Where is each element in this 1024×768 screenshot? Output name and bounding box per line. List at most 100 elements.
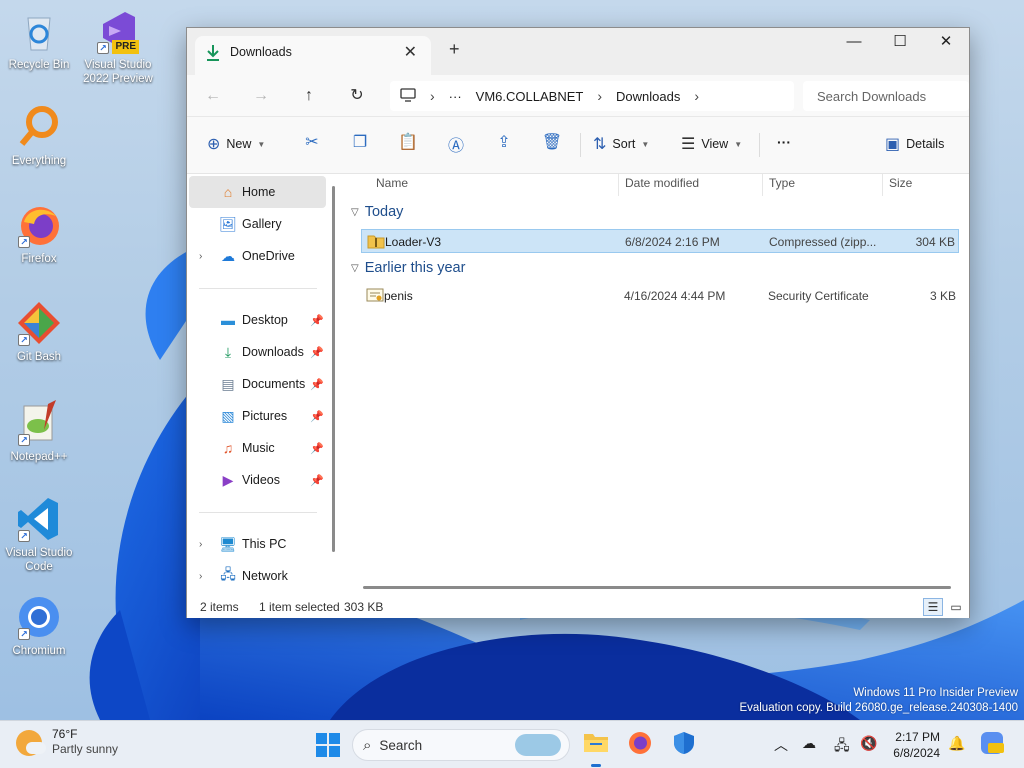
nav-pane-scrollbar[interactable] [332,186,335,552]
shortcut-arrow-icon: ↗ [97,42,109,54]
breadcrumb-separator-icon[interactable]: › [694,88,699,104]
file-row[interactable]: penis 4/16/2024 4:44 PM Security Certifi… [361,284,959,308]
search-input[interactable]: Search Downloads [803,81,969,111]
copilot-preview-icon[interactable] [980,731,1004,758]
desktop-icon-recycle-bin[interactable]: Recycle Bin [1,8,77,72]
up-button[interactable]: ↑ [297,84,321,108]
copy-icon[interactable]: ❐ [349,132,371,154]
content-area: ⌂ Home 🖼 Gallery › ☁ OneDrive ▬ Desktop … [187,174,969,598]
nav-item-desktop[interactable]: ▬ Desktop 📌 [189,304,326,336]
weather-widget[interactable]: 76°F Partly sunny [16,727,118,757]
security-shield-taskbar-icon[interactable] [670,731,698,759]
nav-item-this-pc[interactable]: › 🖥 This PC [189,528,326,560]
nav-item-gallery[interactable]: 🖼 Gallery [189,208,326,240]
share-icon[interactable]: ⇪ [493,132,515,154]
group-header-earlier-this-year[interactable]: ▽ Earlier this year [351,260,465,276]
search-icon: ⌕ [363,736,372,754]
file-explorer-window: Downloads ✕ + — ☐ ✕ ← → ↑ ↻ › ··· VM6.CO… [186,27,970,618]
nav-item-home[interactable]: ⌂ Home [189,176,326,208]
toolbar-divider [580,133,581,157]
weather-temperature: 76°F [52,727,78,741]
desktop-icon-visual-studio-2022[interactable]: PRE ↗ Visual Studio 2022 Preview [80,8,156,86]
nav-item-downloads[interactable]: ⤓ Downloads 📌 [189,336,326,368]
details-view-button[interactable]: ☰ [923,598,943,616]
taskbar-search[interactable]: ⌕ Search [352,729,570,761]
chevron-down-icon: ▽ [351,206,359,218]
nav-item-documents[interactable]: ▤ Documents 📌 [189,368,326,400]
nav-item-pictures[interactable]: ▧ Pictures 📌 [189,400,326,432]
view-button[interactable]: ☰ View ▼ [681,134,742,154]
more-options-button[interactable]: ··· [777,134,791,150]
notification-bell-icon[interactable]: 🔔 [948,735,965,752]
group-header-today[interactable]: ▽ Today [351,204,403,220]
visual-studio-icon: PRE ↗ [95,8,141,54]
file-row[interactable]: Loader-V3 6/8/2024 2:16 PM Compressed (z… [361,229,959,253]
minimize-button[interactable]: — [831,28,877,58]
desktop-icon-firefox[interactable]: ↗ Firefox [1,202,77,266]
desktop-icon-chromium[interactable]: ↗ Chromium [1,594,77,658]
column-header-date-modified[interactable]: Date modified [625,174,699,198]
desktop-icon-everything[interactable]: Everything [1,104,77,168]
column-divider[interactable] [762,174,763,196]
file-list: Name Date modified Type Size ▽ Today Loa… [345,174,969,598]
maximize-button[interactable]: ☐ [877,28,923,58]
sort-button-label: Sort [612,137,636,151]
nav-item-label: Home [242,185,276,199]
chevron-right-icon[interactable]: › [199,571,202,582]
chevron-up-icon[interactable]: ︿ [774,735,788,755]
tab-downloads[interactable]: Downloads ✕ [195,36,431,75]
column-header-name[interactable]: Name [376,174,408,198]
tab-close-button[interactable]: ✕ [404,42,417,62]
desktop-folder-icon: ▬ [221,312,235,328]
chevron-down-icon: ▼ [257,139,266,149]
pin-icon: 📌 [310,378,324,391]
pin-icon: 📌 [310,410,324,423]
shortcut-arrow-icon: ↗ [18,628,30,640]
breadcrumb-separator-icon: › [597,88,602,104]
desktop-icon-git-bash[interactable]: ↗ Git Bash [1,300,77,364]
start-button[interactable] [316,733,340,757]
navigation-pane: ⌂ Home 🖼 Gallery › ☁ OneDrive ▬ Desktop … [187,174,329,598]
column-header-type[interactable]: Type [769,174,795,198]
download-arrow-icon: ⤓ [224,343,232,360]
nav-item-onedrive[interactable]: › ☁ OneDrive [189,240,326,272]
system-clock[interactable]: 2:17 PM 6/8/2024 [884,729,940,761]
nav-item-music[interactable]: ♫ Music 📌 [189,432,326,464]
nav-item-videos[interactable]: ▶ Videos 📌 [189,464,326,496]
chevron-right-icon[interactable]: › [199,251,202,262]
chevron-right-icon[interactable]: › [199,539,202,550]
desktop-icon-vscode[interactable]: ↗ Visual Studio Code [1,496,77,574]
firefox-icon: ↗ [16,202,62,248]
nav-item-network[interactable]: › 🖧 Network [189,560,326,592]
desktop-icon-notepad-plus-plus[interactable]: ↗ Notepad++ [1,400,77,464]
delete-icon[interactable]: 🗑 [541,132,563,154]
breadcrumb-overflow-button[interactable]: ··· [449,89,462,104]
cloud-sync-icon[interactable]: ☁ [802,735,816,752]
column-divider[interactable] [882,174,883,196]
new-tab-button[interactable]: + [449,39,460,60]
details-pane-button[interactable]: ▣ Details [885,134,944,154]
new-button[interactable]: ⊕ New ▼ [207,134,265,154]
breadcrumb-item-downloads[interactable]: Downloads [616,89,680,104]
back-button[interactable]: ← [201,84,225,108]
pictures-icon: ▧ [221,407,235,424]
breadcrumb[interactable]: › ··· VM6.COLLABNET › Downloads › [390,81,794,111]
paste-icon[interactable]: 📋 [397,132,419,154]
sort-button[interactable]: ⇅ Sort ▼ [593,134,649,154]
refresh-button[interactable]: ↻ [345,84,369,108]
cut-icon[interactable]: ✂ [301,132,323,154]
rename-icon[interactable]: Ⓐ [445,132,467,155]
nav-divider [199,512,317,513]
volume-icon[interactable]: 🔇 [860,735,877,752]
column-header-size[interactable]: Size [889,174,912,198]
breadcrumb-item-vm6-collabnet[interactable]: VM6.COLLABNET [476,89,584,104]
tiles-view-button[interactable]: ▭ [946,598,966,616]
forward-button[interactable]: → [249,84,273,108]
file-explorer-taskbar-icon[interactable] [582,731,610,767]
column-divider[interactable] [618,174,619,196]
close-button[interactable]: ✕ [923,28,969,58]
network-status-icon[interactable]: 🖧 [834,735,850,759]
firefox-taskbar-icon[interactable] [626,731,654,759]
monitor-icon [400,87,416,105]
horizontal-scrollbar[interactable] [363,586,951,589]
